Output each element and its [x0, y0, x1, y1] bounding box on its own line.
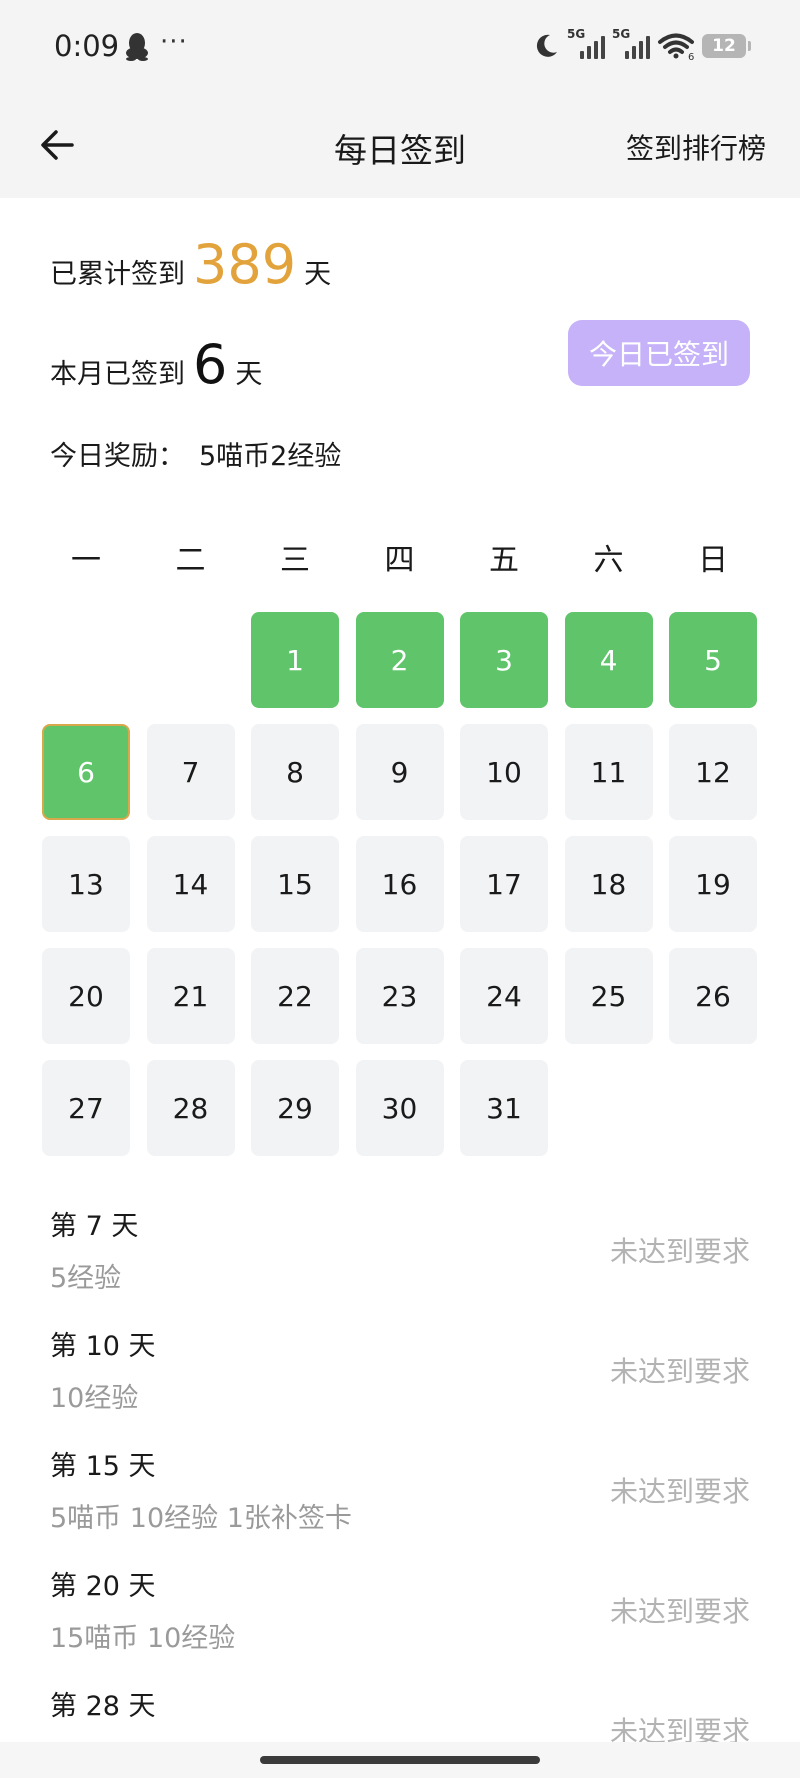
- calendar-day-16[interactable]: 16: [355, 836, 444, 932]
- calendar-day-2[interactable]: 2: [355, 612, 444, 708]
- home-indicator[interactable]: [260, 1756, 540, 1764]
- today-reward: 今日奖励： 5喵币2经验: [50, 434, 341, 473]
- calendar-day-13[interactable]: 13: [42, 836, 130, 932]
- status-time: 0:09: [54, 29, 120, 63]
- weekday-label: 六: [593, 543, 624, 578]
- header: 每日签到 签到排行榜: [0, 92, 800, 198]
- milestone-status: 未达到要求: [609, 1235, 750, 1268]
- month-checkin-summary: 本月已签到 6 天: [50, 338, 262, 392]
- milestone-title: 第 28 天: [50, 1691, 156, 1722]
- battery-icon: 12: [702, 34, 751, 58]
- milestone-item: 第 20 天 15喵币 10经验 未达到要求: [0, 1556, 800, 1676]
- qq-penguin-icon: [126, 33, 148, 61]
- total-suffix: 天: [304, 259, 332, 290]
- calendar-day-1[interactable]: 1: [251, 612, 339, 708]
- calendar-day-4[interactable]: 4: [564, 612, 653, 708]
- status-bar: 0:09 ··· 5G 5G 6 12: [0, 0, 800, 92]
- milestone-item: 第 15 天 5喵币 10经验 1张补签卡 未达到要求: [0, 1436, 800, 1556]
- calendar-day-15[interactable]: 15: [251, 836, 339, 932]
- wifi-icon: 6: [658, 33, 694, 61]
- daily-checkin-page: 0:09 ··· 5G 5G 6 12 每日签到 签到排行榜 已累计签到 389…: [0, 0, 800, 1778]
- battery-level: 12: [712, 36, 736, 56]
- weekday-label: 日: [698, 543, 728, 578]
- moon-icon: [536, 34, 557, 57]
- weekday-label: 一: [71, 543, 101, 578]
- today-reward-value: 5喵币2经验: [199, 441, 342, 472]
- calendar-day-18[interactable]: 18: [564, 836, 653, 932]
- milestone-title: 第 15 天: [50, 1451, 156, 1482]
- total-checkin-summary: 已累计签到 389 天: [50, 238, 331, 292]
- calendar-day-10[interactable]: 10: [460, 724, 548, 820]
- milestone-title: 第 20 天: [50, 1571, 156, 1602]
- calendar-day-24[interactable]: 24: [460, 948, 548, 1044]
- milestone-status: 未达到要求: [609, 1595, 750, 1628]
- calendar-day-8[interactable]: 8: [251, 724, 339, 820]
- month-suffix: 天: [235, 359, 263, 390]
- calendar-grid: 1 2 3 4 5 6 7 8 9 10 11 12 13 14 15 16 17 18 19 20 21 22 23 24 2…: [42, 612, 758, 1160]
- signal-2-icon: 5G: [612, 27, 650, 61]
- milestone-title: 第 7 天: [50, 1211, 139, 1242]
- milestone-item: 第 7 天 5经验 未达到要求: [0, 1196, 800, 1316]
- calendar-day-20[interactable]: 20: [42, 948, 130, 1044]
- calendar-day-22[interactable]: 22: [251, 948, 339, 1044]
- milestone-reward: 5喵币 10经验 1张补签卡: [50, 1503, 352, 1534]
- calendar-day-17[interactable]: 17: [460, 836, 548, 932]
- calendar-day-14[interactable]: 14: [146, 836, 235, 932]
- milestone-item: 第 10 天 10经验 未达到要求: [0, 1316, 800, 1436]
- milestone-reward: 15喵币 10经验: [50, 1623, 236, 1654]
- calendar-day-21[interactable]: 21: [146, 948, 235, 1044]
- calendar-day-31[interactable]: 31: [460, 1060, 548, 1156]
- calendar-day-6[interactable]: 6: [42, 724, 130, 820]
- month-prefix: 本月已签到: [50, 359, 185, 390]
- calendar-day-12[interactable]: 12: [669, 724, 757, 820]
- total-prefix: 已累计签到: [50, 259, 185, 290]
- calendar-day-3[interactable]: 3: [460, 612, 548, 708]
- signal-1-icon: 5G: [567, 27, 605, 61]
- calendar-day-11[interactable]: 11: [564, 724, 653, 820]
- weekday-label: 四: [384, 543, 415, 578]
- calendar-day-5[interactable]: 5: [669, 612, 757, 708]
- calendar-day-25[interactable]: 25: [564, 948, 653, 1044]
- milestone-status: 未达到要求: [609, 1355, 750, 1388]
- status-indicators: 5G 5G 6 12: [532, 27, 751, 64]
- weekday-label: 五: [489, 543, 519, 578]
- milestone-reward: 5经验: [50, 1263, 122, 1294]
- calendar-day-19[interactable]: 19: [669, 836, 757, 932]
- total-days-count: 389: [193, 233, 297, 296]
- calendar-day-26[interactable]: 26: [669, 948, 757, 1044]
- checked-in-today-button[interactable]: 今日已签到: [568, 320, 750, 386]
- calendar-day-9[interactable]: 9: [355, 724, 444, 820]
- calendar-day-27[interactable]: 27: [42, 1060, 130, 1156]
- checkin-ranking-link[interactable]: 签到排行榜: [626, 127, 766, 167]
- milestone-title: 第 10 天: [50, 1331, 156, 1362]
- calendar-day-30[interactable]: 30: [355, 1060, 444, 1156]
- more-notifications-icon: ···: [160, 27, 188, 57]
- milestone-status: 未达到要求: [609, 1475, 750, 1508]
- milestone-reward: 10经验: [50, 1383, 139, 1414]
- weekday-header: 一二三四五六日: [42, 535, 758, 578]
- calendar-day-29[interactable]: 29: [251, 1060, 339, 1156]
- today-reward-label: 今日奖励：: [50, 441, 185, 472]
- month-days-count: 6: [193, 333, 228, 396]
- weekday-label: 三: [280, 543, 310, 578]
- calendar-day-7[interactable]: 7: [146, 724, 235, 820]
- weekday-label: 二: [175, 543, 206, 578]
- calendar-day-23[interactable]: 23: [355, 948, 444, 1044]
- calendar-day-28[interactable]: 28: [146, 1060, 235, 1156]
- wifi-label: 6: [688, 52, 694, 61]
